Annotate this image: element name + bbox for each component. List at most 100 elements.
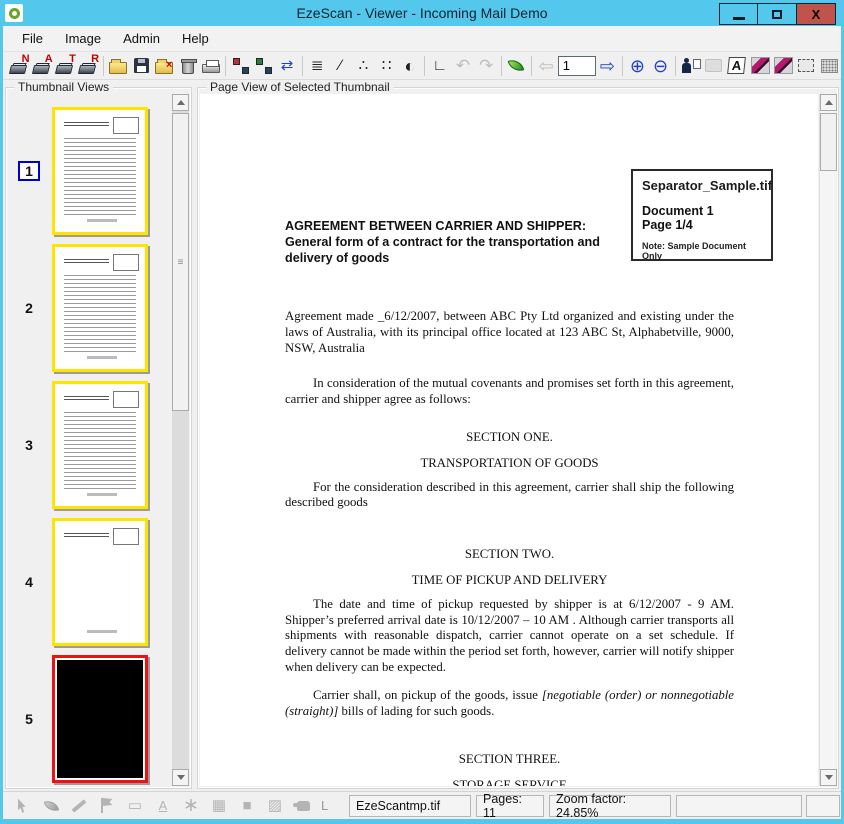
undo-icon: ↶ <box>455 56 471 75</box>
section-subtitle: TRANSPORTATION OF GOODS <box>420 455 599 470</box>
status-zoom-factor: Zoom factor: 24.85% <box>549 792 671 820</box>
scan-insert-button[interactable]: T <box>53 53 76 78</box>
invert-icon: ◐ <box>404 55 416 76</box>
thumbnail-row: 3 <box>6 376 171 513</box>
menu-admin[interactable]: Admin <box>114 28 169 49</box>
move-page-left-button[interactable] <box>229 54 252 78</box>
maximize-button[interactable] <box>758 3 797 25</box>
thumbnail-page-2[interactable] <box>52 243 148 372</box>
close-file-button[interactable]: × <box>153 54 176 78</box>
page-view-panel: Page View of Selected Thumbnail Separato… <box>197 80 839 789</box>
thumbnail-page-3[interactable] <box>52 380 148 509</box>
open-file-button[interactable] <box>107 54 130 78</box>
delete-page-button[interactable] <box>176 54 199 78</box>
scrollbar-thumb[interactable] <box>820 113 837 171</box>
pen-tool-button[interactable] <box>65 795 93 817</box>
scrollbar-thumb[interactable]: ≡ <box>172 113 189 411</box>
scroll-up-button[interactable] <box>820 94 837 111</box>
select-tool-button[interactable] <box>9 795 37 817</box>
document-canvas[interactable]: Separator_Sample.tif Document 1 Page 1/4… <box>200 94 818 786</box>
noise-removal-button[interactable] <box>818 54 841 78</box>
fill-tool-button[interactable]: ■ <box>233 795 261 817</box>
separator-filename: Separator_Sample.tif <box>642 178 773 193</box>
thumbnail-scrollbar[interactable]: ≡ <box>172 94 189 786</box>
rectangle-tool-button[interactable]: ▭ <box>121 795 149 817</box>
thumbnail-page-1[interactable] <box>52 106 148 235</box>
pan-tool-button[interactable] <box>289 795 317 817</box>
clean-button[interactable] <box>505 54 528 78</box>
scroll-up-button[interactable] <box>172 94 189 111</box>
despeckle-tool-button[interactable]: ∗ <box>177 795 205 817</box>
quill-icon <box>43 798 59 813</box>
zoom-out-button[interactable]: ⊖ <box>649 54 672 78</box>
document-paragraph: In consideration of the mutual covenants… <box>285 376 734 407</box>
thumbnail-number: 2 <box>25 299 33 316</box>
scroll-down-button[interactable] <box>172 769 189 786</box>
hand-icon <box>292 800 310 811</box>
grid-tool-button[interactable]: ▦ <box>205 795 233 817</box>
thumbnail-page-5[interactable] <box>52 654 148 783</box>
save-file-button[interactable] <box>130 54 153 78</box>
document-heading: AGREEMENT BETWEEN CARRIER AND SHIPPER: G… <box>285 219 600 265</box>
zoom-in-button[interactable]: ⊕ <box>626 54 649 78</box>
separator-document: Document 1 <box>642 204 714 218</box>
move-page-right-button[interactable] <box>252 54 275 78</box>
page-number-input[interactable] <box>557 55 596 76</box>
invert-button[interactable]: ◐ <box>398 54 421 78</box>
text-annotation-button[interactable]: A <box>725 54 748 78</box>
crop-icon: ∟ <box>432 57 448 74</box>
select-region-button[interactable] <box>795 54 818 78</box>
scroll-down-button[interactable] <box>820 769 837 786</box>
stamp-icon <box>705 59 723 72</box>
pattern-tool-button[interactable]: ▨ <box>261 795 289 817</box>
page-view-scrollbar[interactable] <box>819 94 837 786</box>
binarize-icon: ≣ <box>310 57 324 74</box>
deskew-icon: ∕ <box>339 57 342 74</box>
swap-pages-button[interactable]: ⇄ <box>276 54 299 78</box>
marker-button[interactable] <box>772 54 795 78</box>
document-paragraph: Carrier shall, on pickup of the goods, i… <box>285 687 734 718</box>
status-page-count: Pages: 11 <box>476 792 544 820</box>
status-extra-field <box>676 795 802 817</box>
minimize-button[interactable] <box>719 3 758 25</box>
close-button[interactable]: X <box>797 3 836 25</box>
chevron-up-icon <box>824 100 833 105</box>
highlighter-button[interactable] <box>749 54 772 78</box>
menu-image[interactable]: Image <box>56 28 110 49</box>
undo-button[interactable]: ↶ <box>451 54 474 78</box>
flag-tool-button[interactable] <box>93 795 121 817</box>
text-tool-button[interactable]: A <box>149 795 177 817</box>
green-quill-icon <box>507 57 525 74</box>
scan-replace-button[interactable]: R <box>76 53 99 78</box>
crop-button[interactable]: ∟ <box>428 54 451 78</box>
redact-person-button[interactable] <box>679 54 702 78</box>
thumbnail-row: 5 <box>6 650 171 786</box>
printer-icon <box>201 60 220 73</box>
app-window: EzeScan - Viewer - Incoming Mail Demo X … <box>0 0 844 824</box>
noise-icon <box>821 58 839 73</box>
thumbnail-row: 1 <box>6 102 171 239</box>
redo-button[interactable]: ↷ <box>475 54 498 78</box>
flag-icon <box>100 798 114 813</box>
scan-append-button[interactable]: A <box>30 53 53 78</box>
scan-new-button[interactable]: N <box>7 53 30 78</box>
zoom-out-icon: ⊖ <box>653 55 669 76</box>
stamp-button[interactable] <box>702 54 725 78</box>
menu-help[interactable]: Help <box>173 28 218 49</box>
section-title: SECTION THREE. <box>458 752 561 767</box>
print-button[interactable] <box>199 54 222 78</box>
move-left-icon <box>232 57 250 74</box>
previous-page-button[interactable]: ⇦ <box>535 54 558 78</box>
thumbnail-page-4[interactable] <box>52 517 148 646</box>
deskew-button[interactable]: ∕ <box>329 54 352 78</box>
menu-file[interactable]: File <box>13 28 52 49</box>
grid-icon: ▦ <box>211 797 227 814</box>
thumbnail-number: 5 <box>25 710 33 727</box>
next-page-button[interactable]: ⇨ <box>596 54 619 78</box>
despeckle-light-button[interactable]: ∴ <box>352 54 375 78</box>
redo-icon: ↷ <box>478 56 494 75</box>
despeckle-heavy-button[interactable]: ∷ <box>375 54 398 78</box>
toolbar: N A T R × ⇄ ≣ ∕ ∴ ∷ ◐ ∟ ↶ ↷ ⇦ 1 ⇨ ⊕ ⊖ A <box>3 52 841 80</box>
quill-tool-button[interactable] <box>37 795 65 817</box>
binarize-button[interactable]: ≣ <box>306 54 329 78</box>
